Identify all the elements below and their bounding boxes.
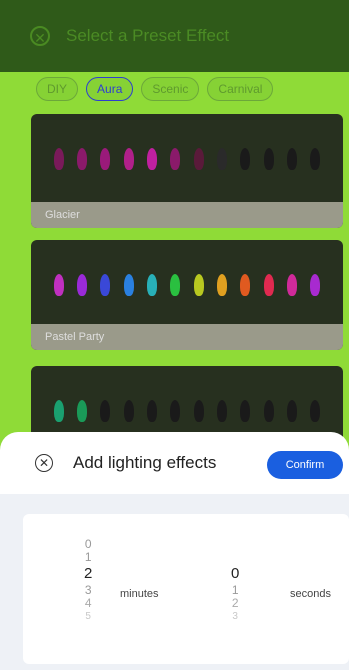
sheet-header: ✕ Add lighting effects Confirm (0, 432, 349, 494)
sheet-title: Add lighting effects (73, 453, 217, 472)
light-bulb-icon (100, 274, 111, 296)
light-bulb-icon (193, 274, 204, 296)
light-bulb-icon (76, 148, 87, 170)
light-bulb-icon (310, 274, 321, 296)
light-bulb-icon (286, 400, 297, 422)
seconds-selected[interactable]: 0 (231, 564, 239, 584)
minutes-selected[interactable]: 2 (84, 564, 92, 584)
category-chips: DIY Aura Scenic Carnival (36, 77, 274, 101)
light-bulb-icon (123, 274, 134, 296)
light-bulb-icon (263, 400, 274, 422)
light-bulb-icon (123, 148, 134, 170)
confirm-button[interactable]: Confirm (267, 451, 343, 479)
minutes-option[interactable]: 4 (85, 597, 92, 610)
light-bulb-icon (170, 274, 181, 296)
light-bulb-icon (170, 148, 181, 170)
light-bulb-icon (240, 400, 251, 422)
light-bulb-icon (53, 274, 64, 296)
light-bulb-icon (216, 274, 227, 296)
close-icon[interactable]: ✕ (35, 454, 53, 472)
light-bulb-icon (240, 274, 251, 296)
light-bulb-icon (286, 274, 297, 296)
picker-area: 0 1 2 3 4 5 minutes 0 1 2 3 seconds (0, 494, 349, 670)
minutes-unit-label: minutes (120, 588, 159, 600)
effect-card-glacier[interactable]: Glacier (31, 114, 343, 228)
light-bulb-icon (100, 400, 111, 422)
bottom-sheet: ✕ Add lighting effects Confirm 0 1 2 3 4… (0, 432, 349, 670)
seconds-option[interactable]: 3 (232, 610, 238, 623)
light-bulb-icon (53, 148, 64, 170)
light-bulb-icon (263, 148, 274, 170)
light-bulb-icon (216, 148, 227, 170)
bulb-row (31, 148, 343, 174)
light-bulb-icon (100, 148, 111, 170)
light-bulb-icon (193, 400, 204, 422)
light-bulb-icon (146, 274, 157, 296)
light-bulb-icon (310, 148, 321, 170)
effect-card-pastel-party[interactable]: Pastel Party (31, 240, 343, 350)
chip-diy[interactable]: DIY (36, 77, 79, 101)
light-bulb-icon (240, 148, 251, 170)
effect-card-label: Pastel Party (31, 324, 343, 350)
close-icon[interactable]: ✕ (30, 26, 50, 46)
light-bulb-icon (263, 274, 274, 296)
preset-header: ✕ Select a Preset Effect (0, 0, 349, 72)
seconds-unit-label: seconds (290, 588, 331, 600)
light-bulb-icon (76, 274, 87, 296)
minutes-option[interactable]: 1 (85, 551, 92, 564)
light-bulb-icon (170, 400, 181, 422)
seconds-option[interactable]: 2 (232, 597, 239, 610)
bulb-row (31, 400, 343, 426)
light-bulb-icon (286, 148, 297, 170)
bulb-row (31, 274, 343, 300)
minutes-wheel[interactable]: 0 1 2 3 4 5 (84, 538, 92, 623)
light-bulb-icon (76, 400, 87, 422)
light-bulb-icon (216, 400, 227, 422)
light-bulb-icon (53, 400, 64, 422)
light-bulb-icon (123, 400, 134, 422)
chip-carnival[interactable]: Carnival (207, 77, 274, 101)
time-picker: 0 1 2 3 4 5 minutes 0 1 2 3 seconds (23, 514, 349, 664)
preset-title: Select a Preset Effect (66, 26, 230, 45)
seconds-wheel[interactable]: 0 1 2 3 (231, 564, 239, 623)
minutes-option[interactable]: 5 (85, 610, 91, 623)
effect-card-label: Glacier (31, 202, 343, 228)
light-bulb-icon (193, 148, 204, 170)
light-bulb-icon (310, 400, 321, 422)
chip-scenic[interactable]: Scenic (141, 77, 200, 101)
light-bulb-icon (146, 148, 157, 170)
chip-aura[interactable]: Aura (86, 77, 134, 101)
light-bulb-icon (146, 400, 157, 422)
